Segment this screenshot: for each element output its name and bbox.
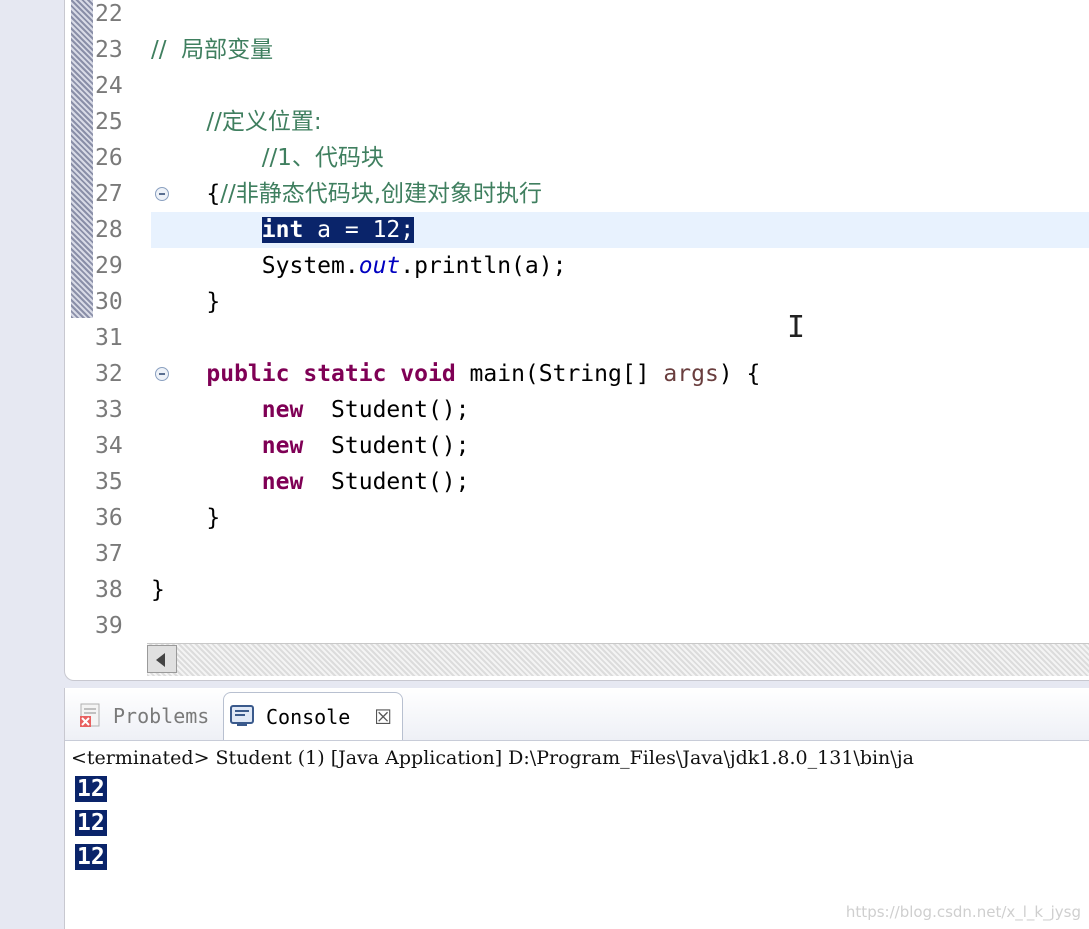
- console-output-line: 12: [75, 772, 107, 806]
- console-output-line: 12: [75, 840, 107, 874]
- text-cursor-icon: I: [787, 310, 806, 345]
- tab-console-label: Console: [266, 705, 351, 729]
- code-line[interactable]: int a = 12;: [151, 212, 1089, 248]
- line-number: 38: [95, 577, 123, 603]
- line-number: 37: [95, 541, 123, 567]
- code-line[interactable]: [151, 0, 1089, 32]
- code-line[interactable]: [151, 608, 1089, 644]
- view-tab-bar: Problems Console ☒: [65, 688, 1089, 741]
- code-line[interactable]: System.out.println(a);: [151, 248, 1089, 284]
- console-icon: [230, 705, 254, 726]
- line-number: 36: [95, 505, 123, 531]
- code-line[interactable]: //定义位置:: [151, 104, 1089, 140]
- console-view: Problems Console ☒ <terminated> Student …: [64, 688, 1089, 929]
- console-output[interactable]: 12 12 12: [75, 772, 107, 874]
- change-indicator-bar: [71, 0, 93, 318]
- code-line[interactable]: }: [151, 500, 1089, 536]
- line-number: 33: [95, 397, 123, 423]
- line-number: 26: [95, 145, 123, 171]
- line-number: 28: [95, 217, 123, 243]
- close-tab-icon[interactable]: ☒: [374, 693, 392, 741]
- watermark: https://blog.csdn.net/x_l_k_jysg: [845, 903, 1081, 921]
- output-text: 12: [75, 810, 107, 836]
- line-number: 30: [95, 289, 123, 315]
- code-line[interactable]: {//非静态代码块,创建对象时执行: [151, 176, 1089, 212]
- code-area[interactable]: // 局部变量 //定义位置: //1、代码块 {//非静态代码块,创建对象时执…: [151, 0, 1089, 640]
- code-line[interactable]: [151, 536, 1089, 572]
- scroll-left-arrow-icon[interactable]: [147, 645, 177, 673]
- code-line[interactable]: [151, 320, 1089, 356]
- line-number: 22: [95, 1, 123, 27]
- code-line[interactable]: }: [151, 572, 1089, 608]
- line-number-gutter: 22 23 24 25 26 27 28 29 30 31 32 33 34 35 36 37 38 39: [95, 0, 169, 640]
- line-number: 35: [95, 469, 123, 495]
- console-output-line: 12: [75, 806, 107, 840]
- code-line[interactable]: new Student();: [151, 428, 1089, 464]
- code-line[interactable]: // 局部变量: [151, 32, 1089, 68]
- line-number: 25: [95, 109, 123, 135]
- code-editor[interactable]: 22 23 24 25 26 27 28 29 30 31 32 33 34 35 36 37 38 39 // …: [64, 0, 1089, 681]
- code-line[interactable]: public static void main(String[] args) {: [151, 356, 1089, 392]
- tab-console[interactable]: Console ☒: [223, 692, 403, 740]
- line-number: 34: [95, 433, 123, 459]
- line-number: 32: [95, 361, 123, 387]
- code-line[interactable]: }: [151, 284, 1089, 320]
- line-number: 24: [95, 73, 123, 99]
- line-number: 39: [95, 613, 123, 639]
- code-line[interactable]: new Student();: [151, 392, 1089, 428]
- console-status-line: <terminated> Student (1) [Java Applicati…: [71, 747, 914, 769]
- line-number: 31: [95, 325, 123, 351]
- horizontal-scrollbar[interactable]: [147, 643, 1089, 676]
- problems-icon: [80, 703, 100, 727]
- output-text: 12: [75, 776, 107, 802]
- code-line[interactable]: //1、代码块: [151, 140, 1089, 176]
- line-number: 29: [95, 253, 123, 279]
- output-text: 12: [75, 844, 107, 870]
- code-line[interactable]: [151, 68, 1089, 104]
- line-number: 23: [95, 37, 123, 63]
- line-number: 27: [95, 181, 123, 207]
- tab-problems[interactable]: Problems: [73, 692, 219, 740]
- code-line[interactable]: new Student();: [151, 464, 1089, 500]
- tab-problems-label: Problems: [113, 704, 210, 728]
